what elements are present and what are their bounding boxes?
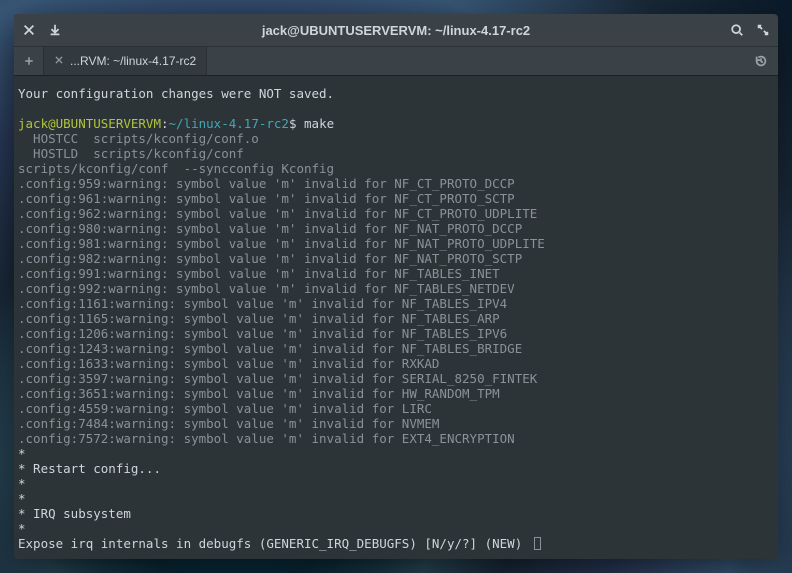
cursor-icon xyxy=(534,537,541,550)
terminal-line: .config:992:warning: symbol value 'm' in… xyxy=(18,281,774,296)
terminal-line: .config:959:warning: symbol value 'm' in… xyxy=(18,176,774,191)
prompt-cwd: ~/linux-4.17-rc2 xyxy=(169,116,289,131)
terminal-line: .config:7484:warning: symbol value 'm' i… xyxy=(18,416,774,431)
window-title: jack@UBUNTUSERVERVM: ~/linux-4.17-rc2 xyxy=(62,23,730,38)
terminal-line: * xyxy=(18,446,774,461)
terminal-line xyxy=(18,101,774,116)
terminal-prompt-row: jack@UBUNTUSERVERVM:~/linux-4.17-rc2$ ma… xyxy=(18,116,774,131)
terminal-line: .config:1161:warning: symbol value 'm' i… xyxy=(18,296,774,311)
search-icon xyxy=(730,23,744,37)
terminal-line: .config:982:warning: symbol value 'm' in… xyxy=(18,251,774,266)
terminal-line: .config:3597:warning: symbol value 'm' i… xyxy=(18,371,774,386)
terminal-line: .config:991:warning: symbol value 'm' in… xyxy=(18,266,774,281)
terminal-line: HOSTLD scripts/kconfig/conf xyxy=(18,146,774,161)
history-button[interactable] xyxy=(744,47,778,75)
history-icon xyxy=(754,54,768,68)
prompt-dollar: $ xyxy=(289,116,304,131)
close-icon xyxy=(22,23,36,37)
terminal-line: .config:1633:warning: symbol value 'm' i… xyxy=(18,356,774,371)
terminal-line: .config:1243:warning: symbol value 'm' i… xyxy=(18,341,774,356)
download-button[interactable] xyxy=(48,23,62,37)
restart-lines: ** Restart config...*** IRQ subsystem* xyxy=(18,446,774,536)
terminal-line: * IRQ subsystem xyxy=(18,506,774,521)
terminal-line: scripts/kconfig/conf --syncconfig Kconfi… xyxy=(18,161,774,176)
tab-bar-spacer xyxy=(207,47,744,75)
prompt-separator: : xyxy=(161,116,169,131)
expand-icon xyxy=(756,23,770,37)
fullscreen-button[interactable] xyxy=(756,23,770,37)
tab-close-button[interactable] xyxy=(54,54,64,68)
new-tab-button[interactable] xyxy=(14,47,44,75)
terminal-line: .config:7572:warning: symbol value 'm' i… xyxy=(18,431,774,446)
plus-icon xyxy=(23,55,35,67)
terminal-line: * xyxy=(18,476,774,491)
download-icon xyxy=(48,23,62,37)
terminal-window: jack@UBUNTUSERVERVM: ~/linux-4.17-rc2 ..… xyxy=(14,14,778,559)
typed-command: make xyxy=(304,116,334,131)
terminal-line: * Restart config... xyxy=(18,461,774,476)
terminal-line: .config:1165:warning: symbol value 'm' i… xyxy=(18,311,774,326)
terminal-line: .config:1206:warning: symbol value 'm' i… xyxy=(18,326,774,341)
terminal-line: .config:961:warning: symbol value 'm' in… xyxy=(18,191,774,206)
terminal-line: .config:962:warning: symbol value 'm' in… xyxy=(18,206,774,221)
terminal-line: .config:981:warning: symbol value 'm' in… xyxy=(18,236,774,251)
terminal-line: * xyxy=(18,521,774,536)
tab-bar: ...RVM: ~/linux-4.17-rc2 xyxy=(14,46,778,76)
titlebar: jack@UBUNTUSERVERVM: ~/linux-4.17-rc2 xyxy=(14,14,778,46)
kconfig-prompt-row: Expose irq internals in debugfs (GENERIC… xyxy=(18,536,774,551)
terminal-line: * xyxy=(18,491,774,506)
tab-active[interactable]: ...RVM: ~/linux-4.17-rc2 xyxy=(44,47,207,75)
prompt-user-host: jack@UBUNTUSERVERVM xyxy=(18,116,161,131)
terminal-line: .config:980:warning: symbol value 'm' in… xyxy=(18,221,774,236)
terminal-line: .config:4559:warning: symbol value 'm' i… xyxy=(18,401,774,416)
kconfig-prompt-text: Expose irq internals in debugfs (GENERIC… xyxy=(18,536,530,551)
close-icon xyxy=(54,55,64,65)
terminal-line: Your configuration changes were NOT save… xyxy=(18,86,774,101)
terminal-viewport[interactable]: Your configuration changes were NOT save… xyxy=(14,76,778,559)
close-window-button[interactable] xyxy=(22,23,36,37)
warning-lines: .config:959:warning: symbol value 'm' in… xyxy=(18,176,774,446)
tab-label: ...RVM: ~/linux-4.17-rc2 xyxy=(70,54,196,68)
terminal-line: .config:3651:warning: symbol value 'm' i… xyxy=(18,386,774,401)
search-button[interactable] xyxy=(730,23,744,37)
terminal-line: HOSTCC scripts/kconfig/conf.o xyxy=(18,131,774,146)
